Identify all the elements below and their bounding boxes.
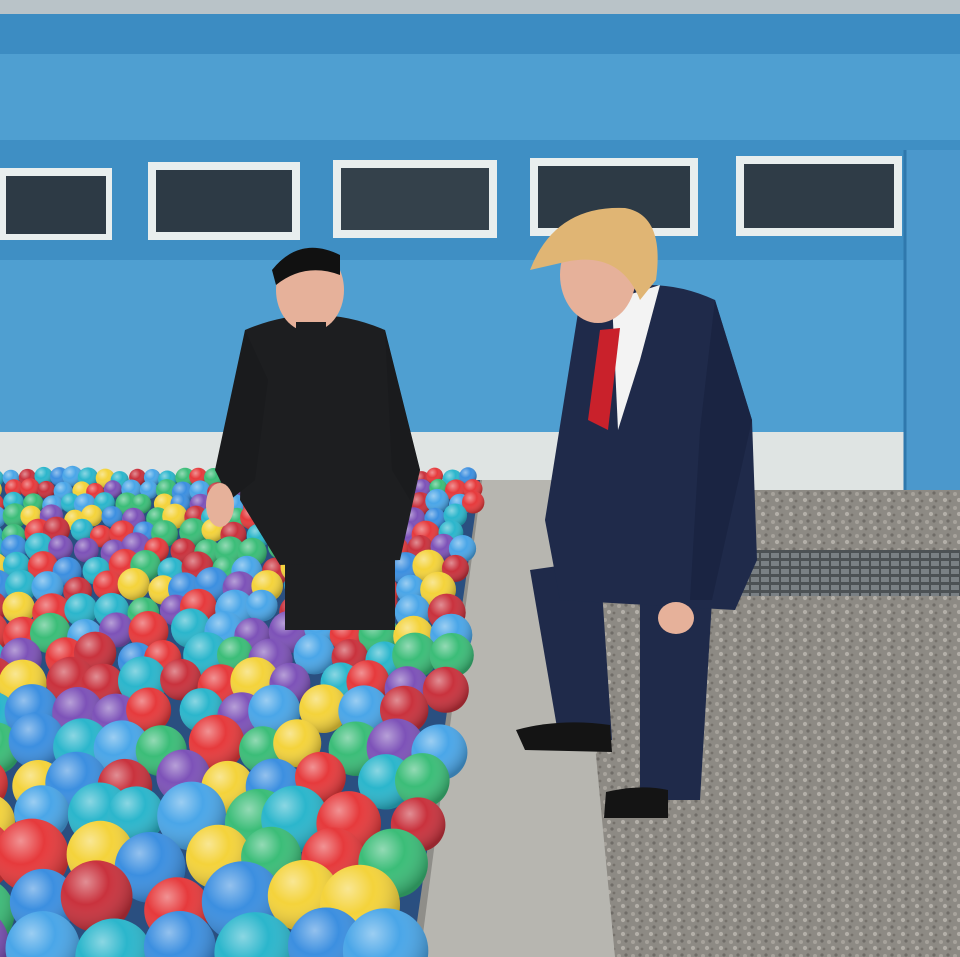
ball-shading (422, 666, 469, 713)
drain-grate (740, 550, 960, 596)
ball-shading (245, 589, 278, 622)
building-wall (0, 0, 960, 500)
ball-shading (117, 568, 150, 601)
right-hand (658, 602, 694, 634)
ball-pit-photo (0, 0, 960, 957)
wall-top-band (0, 14, 960, 54)
left-hand (206, 483, 234, 527)
wall-corner (905, 150, 960, 490)
ball-pit (0, 465, 485, 957)
ball-shading (70, 518, 94, 542)
right-shoe-front (516, 722, 612, 752)
photo-scene (0, 0, 960, 957)
roof-edge (0, 0, 960, 14)
right-shoe-back (604, 787, 668, 818)
